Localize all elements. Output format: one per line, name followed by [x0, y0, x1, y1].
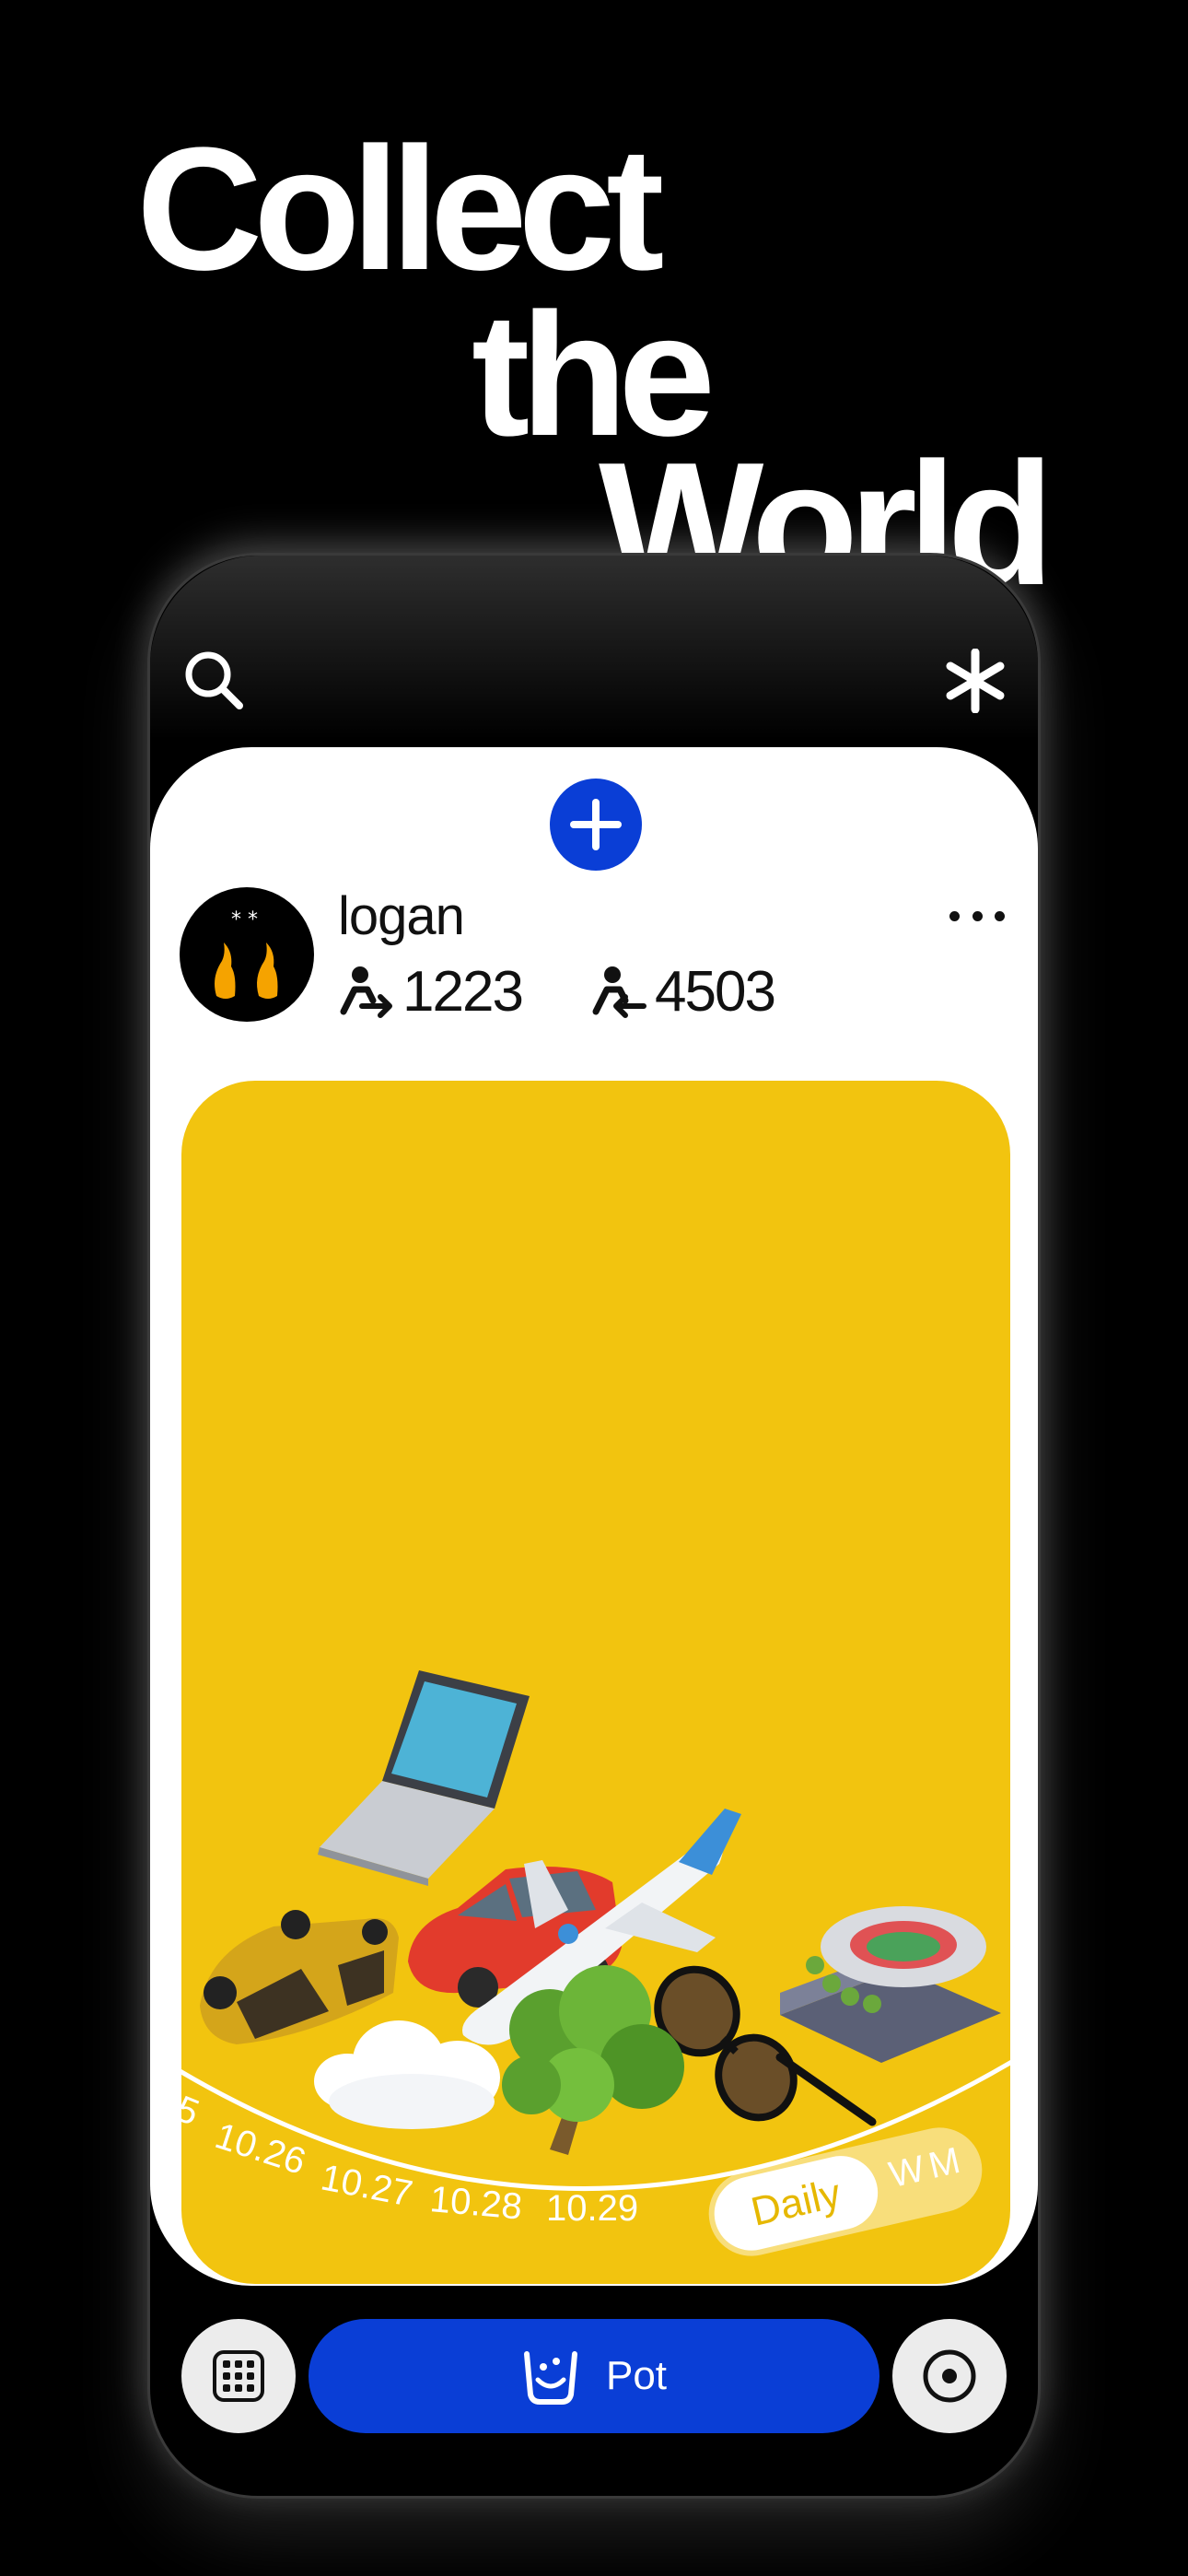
add-button[interactable]	[550, 779, 642, 871]
plus-icon	[570, 799, 622, 850]
timeline-date[interactable]: 10.28	[428, 2179, 524, 2229]
more-icon[interactable]	[949, 902, 1005, 930]
laptop-item[interactable]	[318, 1670, 530, 1886]
pot-button[interactable]: Pot	[309, 2319, 879, 2433]
stadium-item[interactable]	[780, 1906, 1001, 2063]
headline-line-1: Collect	[136, 111, 664, 307]
following-count: 1223	[402, 960, 524, 1024]
phone-frame: * * logan 1223 4503 5 10.26 10.27 10.28 …	[147, 553, 1041, 2499]
asterisk-icon[interactable]	[938, 644, 1012, 718]
grid-icon	[213, 2350, 264, 2402]
yellow-car-item[interactable]	[200, 1910, 399, 2044]
grid-button[interactable]	[181, 2319, 296, 2433]
search-icon[interactable]	[178, 644, 251, 718]
following-stat[interactable]: 1223	[338, 959, 524, 1025]
app-screen: Collect the World * * logan 1223 4503 5 …	[0, 0, 1188, 2576]
svg-text:*: *	[248, 908, 258, 931]
pot-icon	[523, 2351, 577, 2405]
record-icon	[923, 2349, 976, 2403]
followers-icon	[592, 966, 646, 1018]
timeline-date-selected[interactable]: 10.29	[546, 2188, 638, 2230]
profile-card: * * logan 1223 4503 5 10.26 10.27 10.28 …	[150, 747, 1038, 2286]
svg-text:*: *	[231, 908, 241, 931]
phone-top-glow	[150, 556, 1038, 740]
followers-stat[interactable]: 4503	[590, 959, 776, 1025]
pot-label: Pot	[605, 2353, 668, 2398]
followers-count: 4503	[655, 960, 776, 1024]
record-button[interactable]	[892, 2319, 1007, 2433]
collection-canvas[interactable]: 5 10.26 10.27 10.28 10.29 Daily W M	[181, 1081, 1010, 2284]
avatar[interactable]: * *	[180, 887, 314, 1022]
following-icon	[340, 966, 392, 1018]
username[interactable]: logan	[338, 885, 465, 947]
